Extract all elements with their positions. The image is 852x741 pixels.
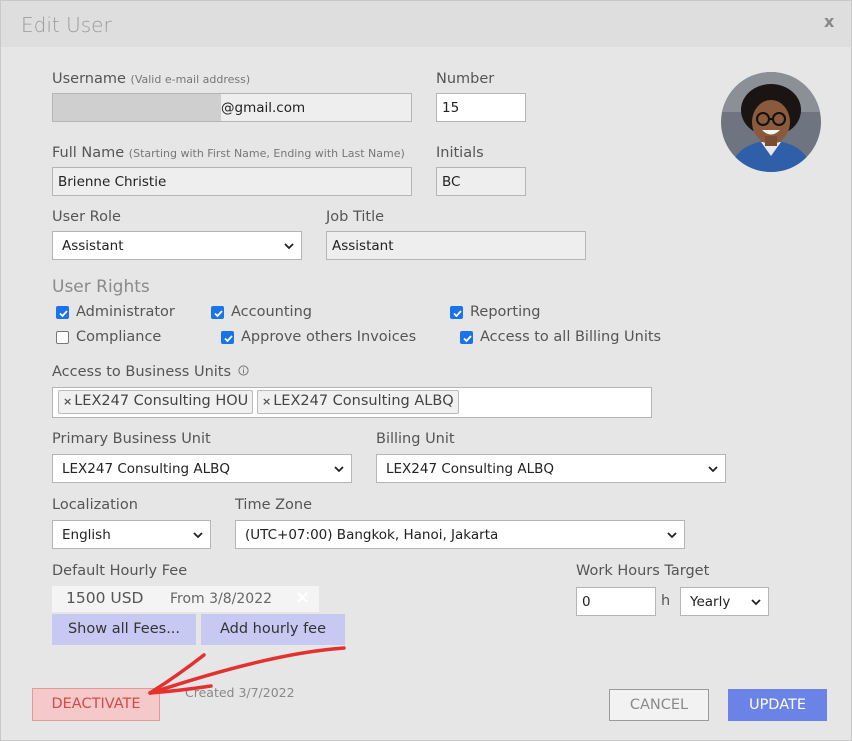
check-icon <box>224 335 233 343</box>
billing-unit-label: Billing Unit <box>376 431 455 447</box>
work-hours-unit: h <box>661 593 671 609</box>
primary-business-unit-select[interactable]: LEX247 Consulting ALBQ <box>52 454 352 483</box>
accounting-label: Accounting <box>231 304 312 320</box>
default-hourly-fee-label: Default Hourly Fee <box>52 563 188 579</box>
username-label: Username (Valid e-mail address) <box>52 71 250 87</box>
time-zone-select[interactable]: (UTC+07:00) Bangkok, Hanoi, Jakarta <box>235 520 685 549</box>
approve-invoices-checkbox[interactable] <box>221 331 234 344</box>
check-icon <box>59 310 68 318</box>
reporting-checkbox[interactable] <box>450 306 463 319</box>
work-hours-period-value: Yearly <box>690 594 731 610</box>
business-unit-tag-label: LEX247 Consulting HOU <box>74 393 249 409</box>
work-hours-period-select[interactable]: Yearly <box>680 587 769 616</box>
user-role-select[interactable]: Assistant <box>52 231 302 260</box>
time-zone-value: (UTC+07:00) Bangkok, Hanoi, Jakarta <box>245 527 499 543</box>
cancel-button[interactable]: CANCEL <box>609 689 709 721</box>
reporting-label: Reporting <box>470 304 541 320</box>
username-hint: (Valid e-mail address) <box>130 73 251 86</box>
localization-select[interactable]: English <box>52 520 211 549</box>
username-field[interactable]: @gmail.com <box>52 93 412 122</box>
check-icon <box>453 310 462 318</box>
initials-label: Initials <box>436 145 484 161</box>
primary-business-unit-label: Primary Business Unit <box>52 431 211 447</box>
work-hours-input[interactable]: 0 <box>576 587 656 616</box>
hourly-fee-amount: 1500 USD <box>66 589 144 607</box>
remove-tag-icon[interactable]: × <box>262 395 271 408</box>
annotation-arrow <box>148 646 346 695</box>
close-icon[interactable]: x <box>824 12 834 31</box>
work-hours-target-label: Work Hours Target <box>576 563 710 579</box>
chevron-down-icon <box>667 532 677 539</box>
business-unit-tag-label: LEX247 Consulting ALBQ <box>273 393 454 409</box>
administrator-label: Administrator <box>76 304 175 320</box>
avatar <box>721 72 821 172</box>
job-title-field[interactable]: Assistant <box>326 231 586 260</box>
chevron-down-icon <box>284 243 294 250</box>
localization-label: Localization <box>52 497 138 513</box>
access-billing-units-checkbox[interactable] <box>460 331 473 344</box>
localization-value: English <box>62 527 111 543</box>
number-field[interactable]: 15 <box>436 93 526 122</box>
edit-user-dialog: Edit User x Username (Valid e-mail addre… <box>0 0 852 741</box>
access-billing-units-label: Access to all Billing Units <box>480 329 662 345</box>
full-name-label: Full Name (Starting with First Name, End… <box>52 145 405 161</box>
primary-business-unit-value: LEX247 Consulting ALBQ <box>62 461 231 477</box>
dialog-title: Edit User <box>21 13 112 37</box>
full-name-label-text: Full Name <box>52 145 125 161</box>
billing-unit-select[interactable]: LEX247 Consulting ALBQ <box>376 454 726 483</box>
username-value: @gmail.com <box>221 100 306 116</box>
initials-field[interactable]: BC <box>436 167 526 196</box>
chevron-down-icon <box>751 599 761 606</box>
remove-fee-icon[interactable]: × <box>295 587 310 608</box>
user-rights-heading: User Rights <box>52 277 150 297</box>
hourly-fee-chip: 1500 USD From 3/8/2022 × <box>52 586 319 612</box>
chevron-down-icon <box>708 466 718 473</box>
hourly-fee-from: From 3/8/2022 <box>170 591 273 607</box>
business-units-label-text: Access to Business Units <box>52 364 232 380</box>
business-unit-tag: × LEX247 Consulting HOU <box>58 390 254 414</box>
compliance-checkbox[interactable] <box>56 331 69 344</box>
update-button[interactable]: UPDATE <box>728 689 827 721</box>
full-name-field[interactable]: Brienne Christie <box>52 167 412 196</box>
info-icon[interactable] <box>238 365 249 376</box>
number-label: Number <box>436 71 495 87</box>
job-title-label: Job Title <box>326 209 385 225</box>
administrator-checkbox[interactable] <box>56 306 69 319</box>
user-role-label: User Role <box>52 209 121 225</box>
business-unit-tag: × LEX247 Consulting ALBQ <box>257 390 459 414</box>
time-zone-label: Time Zone <box>235 497 313 513</box>
username-label-text: Username <box>52 71 126 87</box>
full-name-hint: (Starting with First Name, Ending with L… <box>128 147 405 160</box>
user-role-value: Assistant <box>62 238 124 254</box>
dialog-title-bar <box>1 1 851 47</box>
remove-tag-icon[interactable]: × <box>63 395 72 408</box>
billing-unit-value: LEX247 Consulting ALBQ <box>386 461 555 477</box>
chevron-down-icon <box>193 532 203 539</box>
check-icon <box>463 335 472 343</box>
accounting-checkbox[interactable] <box>211 306 224 319</box>
check-icon <box>214 310 223 318</box>
business-units-label: Access to Business Units <box>52 364 249 380</box>
approve-invoices-label: Approve others Invoices <box>241 329 417 345</box>
compliance-label: Compliance <box>76 329 162 345</box>
redacted-block <box>53 94 221 121</box>
chevron-down-icon <box>334 466 344 473</box>
